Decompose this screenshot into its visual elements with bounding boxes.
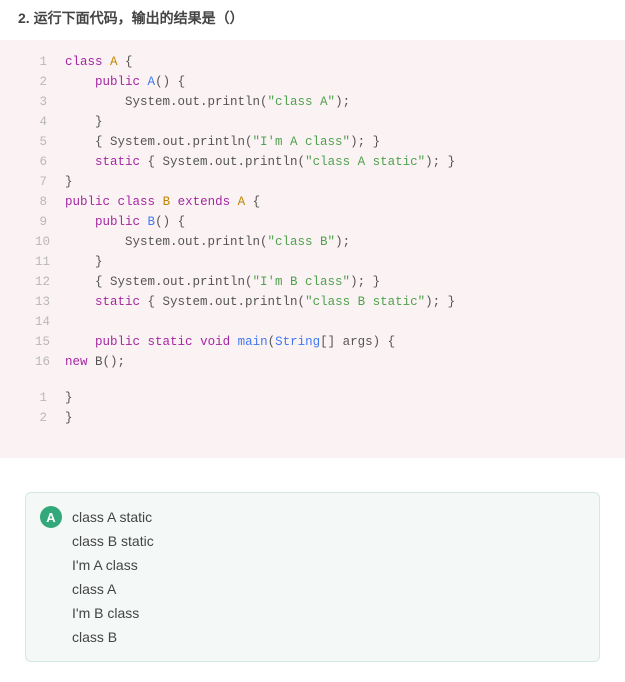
code-line: 3 System.out.println("class A"); [35, 92, 610, 112]
code-line: 13 static { System.out.println("class B … [35, 292, 610, 312]
code-line: 10 System.out.println("class B"); [35, 232, 610, 252]
line-number: 2 [35, 72, 65, 92]
line-content: static { System.out.println("class B sta… [65, 292, 455, 312]
code-line: 11 } [35, 252, 610, 272]
answer-section: A class A staticclass B staticI'm A clas… [0, 458, 625, 682]
answer-line: I'm B class [72, 601, 154, 625]
answer-line: I'm A class [72, 553, 154, 577]
line-content: } [65, 172, 73, 192]
line-content: { System.out.println("I'm B class"); } [65, 272, 380, 292]
line-number: 16 [35, 352, 65, 372]
line-content: public B() { [65, 212, 185, 232]
line-number: 3 [35, 92, 65, 112]
line-content: public static void main(String[] args) { [65, 332, 395, 352]
code-line: 16new B(); [35, 352, 610, 372]
line-number: 9 [35, 212, 65, 232]
line-content: System.out.println("class B"); [65, 232, 350, 252]
line-content: new B(); [65, 352, 125, 372]
answer-line: class A static [72, 505, 154, 529]
line-number: 8 [35, 192, 65, 212]
line-number: 4 [35, 112, 65, 132]
line-content: System.out.println("class A"); [65, 92, 350, 112]
line-content: { System.out.println("I'm A class"); } [65, 132, 380, 152]
code-line: 4 } [35, 112, 610, 132]
line-number: 14 [35, 312, 65, 332]
line-number: 11 [35, 252, 65, 272]
code-block-2: 1}2} [35, 388, 610, 428]
code-line: 14 [35, 312, 610, 332]
question-header: 2. 运行下面代码，输出的结果是（） [0, 0, 625, 40]
answer-option-a[interactable]: A class A staticclass B staticI'm A clas… [25, 492, 600, 662]
code-line: 1class A { [35, 52, 610, 72]
line-number: 15 [35, 332, 65, 352]
answer-label: A [46, 510, 55, 525]
line-number: 12 [35, 272, 65, 292]
answer-line: class B [72, 625, 154, 649]
line-number: 2 [35, 408, 65, 428]
code-line: 8public class B extends A { [35, 192, 610, 212]
line-content: class A { [65, 52, 133, 72]
line-content: } [65, 408, 73, 428]
answer-line: class A [72, 577, 154, 601]
line-content: public class B extends A { [65, 192, 260, 212]
code-gap [35, 372, 610, 388]
line-number: 7 [35, 172, 65, 192]
code-line: 6 static { System.out.println("class A s… [35, 152, 610, 172]
line-number: 10 [35, 232, 65, 252]
line-content: static { System.out.println("class A sta… [65, 152, 455, 172]
question-number: 2. [18, 10, 30, 26]
line-number: 5 [35, 132, 65, 152]
line-content: } [65, 112, 103, 132]
line-number: 13 [35, 292, 65, 312]
code-line: 9 public B() { [35, 212, 610, 232]
code-line: 7} [35, 172, 610, 192]
code-line: 12 { System.out.println("I'm B class"); … [35, 272, 610, 292]
line-number: 1 [35, 52, 65, 72]
code-line: 15 public static void main(String[] args… [35, 332, 610, 352]
question-text: 运行下面代码，输出的结果是（） [34, 10, 244, 26]
code-line: 5 { System.out.println("I'm A class"); } [35, 132, 610, 152]
line-number: 1 [35, 388, 65, 408]
line-content: } [65, 388, 73, 408]
answer-line: class B static [72, 529, 154, 553]
code-container: 1class A {2 public A() {3 System.out.pri… [0, 40, 625, 458]
code-line: 1} [35, 388, 610, 408]
answer-badge: A [40, 506, 62, 528]
line-content: public A() { [65, 72, 185, 92]
answer-content: class A staticclass B staticI'm A classc… [72, 505, 154, 649]
line-number: 6 [35, 152, 65, 172]
line-content: } [65, 252, 103, 272]
code-line: 2 public A() { [35, 72, 610, 92]
code-block-1: 1class A {2 public A() {3 System.out.pri… [35, 52, 610, 372]
code-line: 2} [35, 408, 610, 428]
